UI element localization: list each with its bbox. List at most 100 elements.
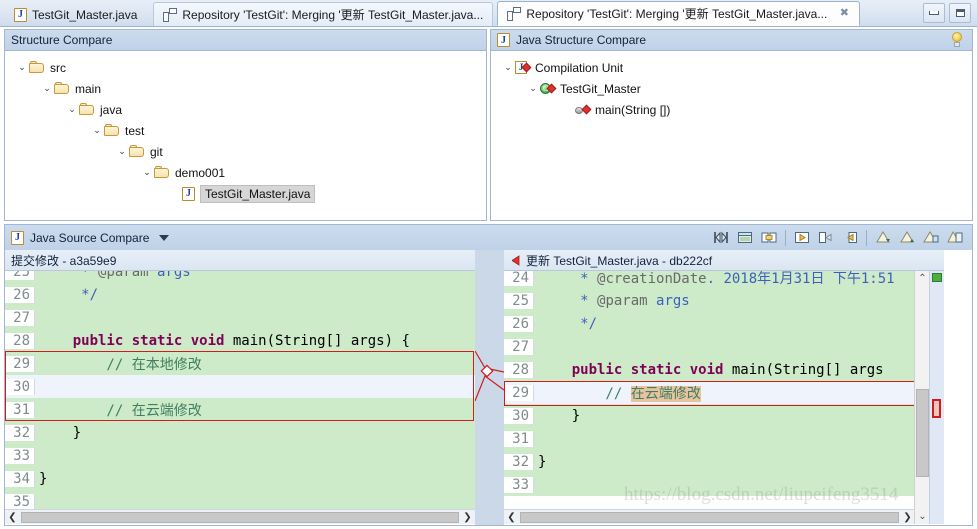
tree-item-testgit-master-java[interactable]: J TestGit_Master.java: [5, 183, 486, 204]
diff-connector-gap: [475, 250, 504, 525]
code-line: 24 * @creationDate. 2018年1月31日 下午1:51: [504, 271, 915, 289]
previous-change-icon[interactable]: [944, 227, 966, 248]
copy-current-left-icon[interactable]: [839, 227, 861, 248]
repository-icon: [507, 6, 522, 21]
next-difference-icon[interactable]: [872, 227, 894, 248]
previous-difference-icon[interactable]: [896, 227, 918, 248]
java-structure-compare-pane: J Java Structure Compare ⌄ J Compilation…: [490, 29, 973, 221]
tree-item-src[interactable]: ⌄ src: [5, 57, 486, 78]
scroll-down-icon[interactable]: ⌄: [915, 509, 930, 524]
view-menu-chevron-down-icon[interactable]: [159, 234, 170, 241]
line-number: 25: [504, 292, 534, 309]
scroll-up-icon[interactable]: ⌃: [915, 271, 930, 286]
chevron-down-icon[interactable]: ⌄: [526, 83, 540, 94]
code-line: 25 * @param args: [504, 289, 915, 312]
line-number: 35: [5, 493, 35, 510]
left-pane-title: 提交修改 - a3a59e9: [11, 253, 117, 268]
tree-item-label: TestGit_Master.java: [200, 184, 316, 203]
java-structure-tree: ⌄ J Compilation Unit ⌄ C TestGit_Master …: [491, 51, 972, 120]
tree-item-main-method[interactable]: main(String []): [491, 99, 972, 120]
lightbulb-icon[interactable]: [948, 31, 966, 49]
line-content: }: [39, 424, 82, 441]
chevron-down-icon[interactable]: ⌄: [90, 125, 104, 136]
tree-item-label: test: [125, 123, 145, 138]
scroll-left-icon[interactable]: ❮: [5, 511, 20, 524]
scroll-thumb[interactable]: [916, 389, 929, 477]
compare-toolbar: [710, 227, 966, 248]
tree-item-java[interactable]: ⌄ java: [5, 99, 486, 120]
line-content: * @param args: [538, 292, 690, 309]
copy-all-right-icon[interactable]: [815, 227, 837, 248]
tab-label: Repository 'TestGit': Merging '更新 TestGi…: [526, 7, 828, 21]
right-change-outline: [504, 381, 915, 406]
java-file-icon: J: [497, 33, 510, 47]
scroll-left-icon[interactable]: ❮: [504, 511, 519, 524]
line-number: 30: [504, 407, 534, 424]
close-icon[interactable]: ✖: [838, 8, 850, 20]
tree-item-label: demo001: [175, 165, 226, 180]
overview-change-marker[interactable]: [932, 399, 941, 418]
maximize-button[interactable]: [949, 3, 971, 23]
chevron-down-icon[interactable]: ⌄: [115, 146, 129, 157]
diff-connector-lines: [475, 350, 504, 402]
scroll-right-icon[interactable]: ❯: [900, 511, 915, 524]
folder-icon: [29, 61, 45, 74]
tree-item-demo001[interactable]: ⌄ demo001: [5, 162, 486, 183]
java-structure-compare-title: Java Structure Compare: [516, 33, 647, 47]
code-line: 32 }: [504, 450, 915, 473]
tree-item-label: src: [50, 60, 66, 75]
diff-overview-ruler[interactable]: [929, 271, 944, 524]
structure-tree: ⌄ src ⌄ main ⌄ java ⌄ test ⌄ git ⌄ demo0…: [5, 51, 486, 204]
tab-repository-merging-2[interactable]: Repository 'TestGit': Merging '更新 TestGi…: [497, 1, 861, 26]
code-line: 32 }: [5, 421, 475, 444]
minimize-button[interactable]: [923, 3, 945, 23]
scroll-thumb[interactable]: [520, 511, 899, 523]
tree-item-main[interactable]: ⌄ main: [5, 78, 486, 99]
tab-testgit-master-java[interactable]: J TestGit_Master.java: [4, 2, 147, 26]
code-line: 26 */: [504, 312, 915, 335]
code-line: 30 }: [504, 404, 915, 427]
tree-item-label: TestGit_Master: [560, 81, 641, 96]
java-source-compare-title: Java Source Compare: [30, 230, 150, 245]
java-structure-compare-body: ⌄ J Compilation Unit ⌄ C TestGit_Master …: [490, 51, 973, 221]
separator: [866, 229, 867, 246]
chevron-down-icon[interactable]: ⌄: [15, 62, 29, 73]
line-number: 31: [504, 430, 534, 447]
line-content: }: [538, 407, 581, 424]
tree-item-git[interactable]: ⌄ git: [5, 141, 486, 162]
scroll-thumb[interactable]: [21, 511, 459, 523]
structure-compare-title: Structure Compare: [11, 33, 113, 47]
line-content: public static void main(String[] args) {: [72, 332, 410, 349]
tree-item-label: java: [100, 102, 123, 117]
line-number: 26: [5, 286, 35, 303]
left-horizontal-scrollbar[interactable]: ❮ ❯: [5, 509, 475, 524]
chevron-down-icon[interactable]: ⌄: [65, 104, 79, 115]
chevron-down-icon[interactable]: ⌄: [140, 167, 154, 178]
line-number: 33: [504, 476, 534, 493]
change-diamond-icon: [581, 104, 592, 114]
right-vertical-scrollbar[interactable]: ⌃ ⌄: [914, 271, 930, 524]
switch-compare-viewer-icon[interactable]: [710, 227, 732, 248]
tree-item-compilation-unit[interactable]: ⌄ J Compilation Unit: [491, 57, 972, 78]
line-content: }: [538, 453, 547, 470]
next-change-icon[interactable]: [920, 227, 942, 248]
line-number: 28: [504, 361, 534, 378]
ancestor-pane-icon[interactable]: [758, 227, 780, 248]
code-line: 27: [5, 306, 475, 329]
scroll-right-icon[interactable]: ❯: [460, 511, 475, 524]
tab-repository-merging-1[interactable]: Repository 'TestGit': Merging '更新 TestGi…: [153, 2, 494, 26]
line-content: * @creationDate. 2018年1月31日 下午1:51: [538, 271, 895, 287]
chevron-down-icon[interactable]: ⌄: [501, 62, 515, 73]
right-pane-title-bar: 更新 TestGit_Master.java - db222cf: [504, 250, 944, 271]
copy-all-left-icon[interactable]: [791, 227, 813, 248]
line-number: 25: [5, 271, 35, 280]
line-content: */: [538, 315, 598, 332]
tree-item-testgit-master-class[interactable]: ⌄ C TestGit_Master: [491, 78, 972, 99]
method-icon: [575, 103, 592, 117]
chevron-down-icon[interactable]: ⌄: [40, 83, 54, 94]
tree-item-test[interactable]: ⌄ test: [5, 120, 486, 141]
two-way-compare-icon[interactable]: [734, 227, 756, 248]
code-line: 31: [504, 427, 915, 450]
line-number: 33: [5, 447, 35, 464]
right-horizontal-scrollbar[interactable]: ❮ ❯: [504, 509, 915, 524]
